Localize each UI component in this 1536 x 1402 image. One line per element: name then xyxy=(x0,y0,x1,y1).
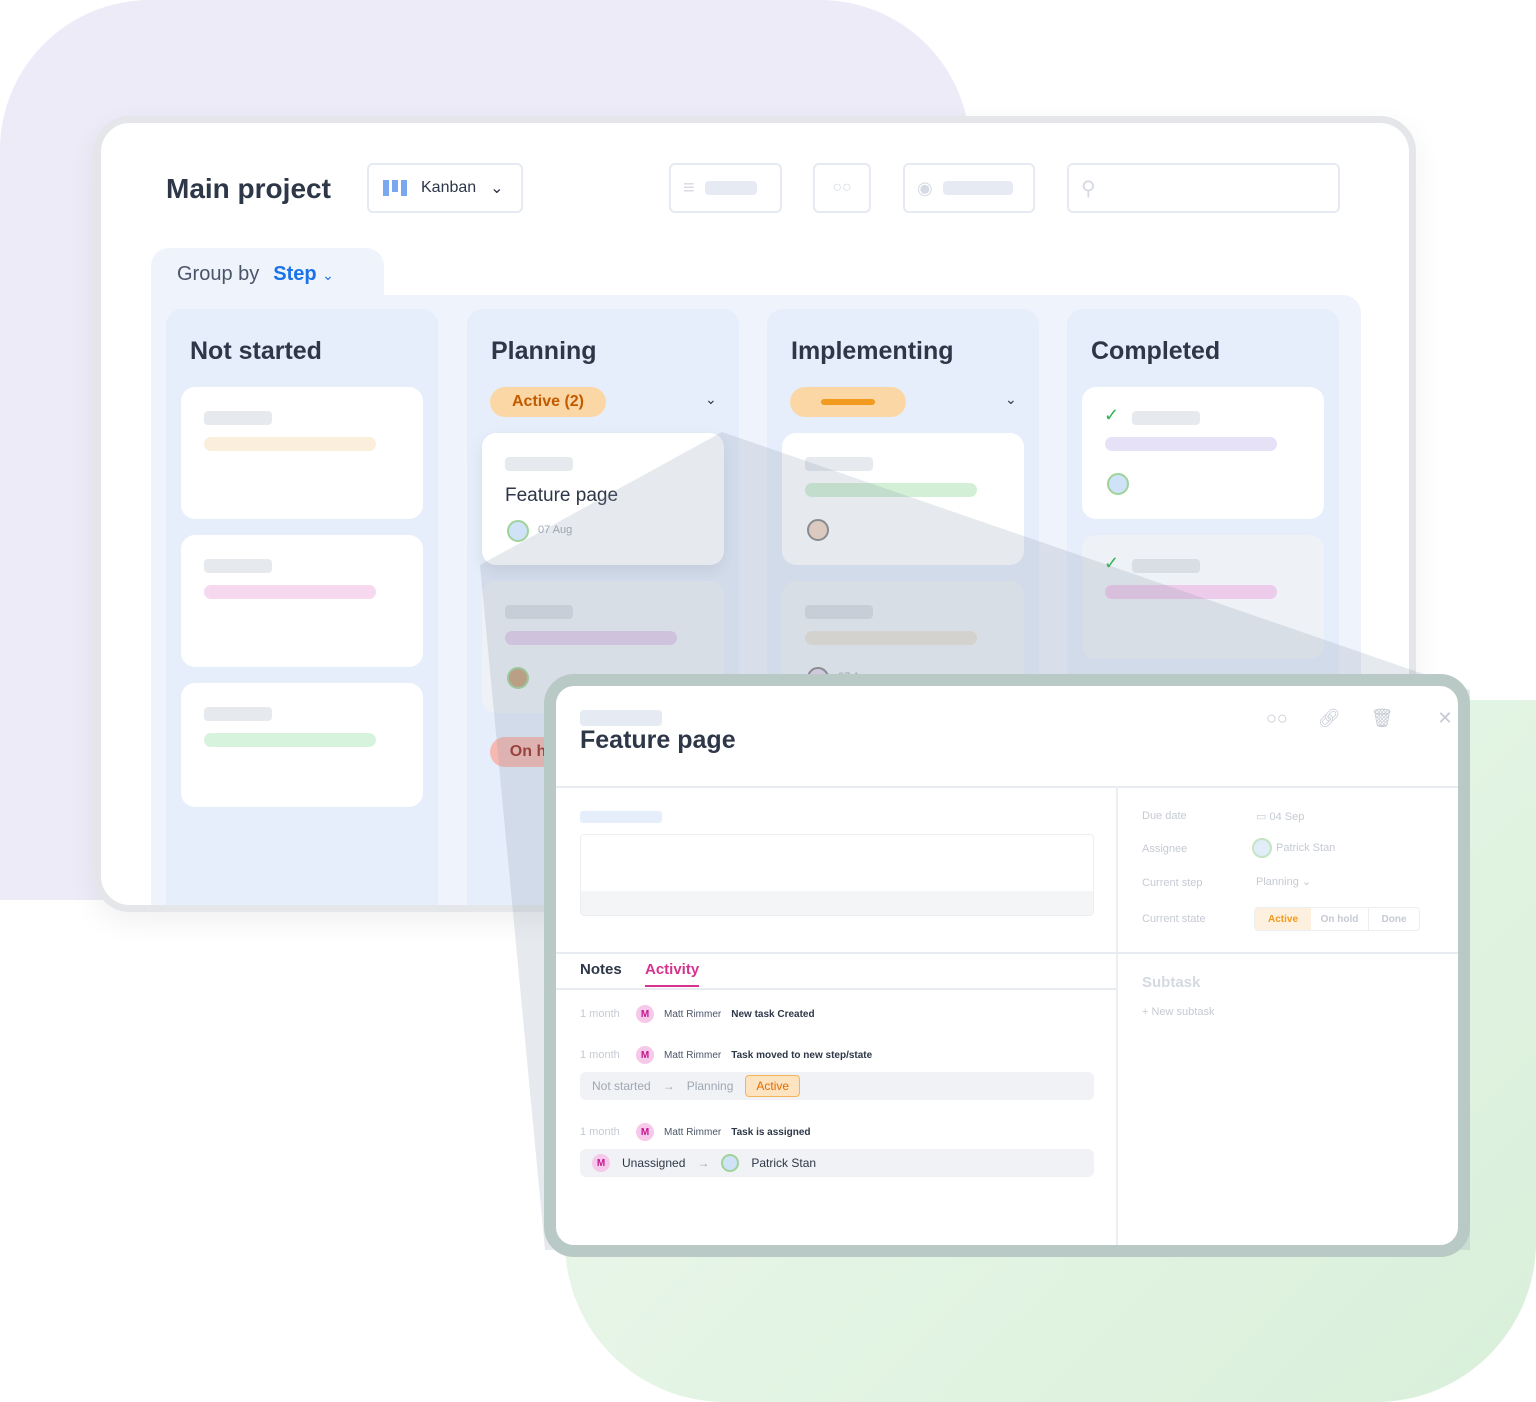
subtask-heading: Subtask xyxy=(1142,974,1201,991)
detail-title: Feature page xyxy=(580,726,736,754)
activity-item: 1 month M Matt Rimmer Task is assigned xyxy=(580,1123,811,1141)
trash-icon[interactable]: 🗑︎ xyxy=(1371,708,1394,729)
field-label: Due date xyxy=(1142,810,1187,822)
activity-user: Matt Rimmer xyxy=(664,1049,722,1061)
activity-text: Task moved to new step/state xyxy=(731,1049,873,1061)
due-date-field[interactable]: ▭ 04 Sep xyxy=(1256,810,1304,823)
avatar: M xyxy=(636,1123,654,1141)
activity-item: 1 month M Matt Rimmer Task moved to new ste… xyxy=(580,1046,872,1064)
avatar: M xyxy=(636,1046,654,1064)
divider xyxy=(556,952,1458,954)
new-subtask-button[interactable]: + New subtask xyxy=(1142,1006,1214,1018)
state-badge: Active xyxy=(745,1075,801,1097)
avatar xyxy=(721,1154,740,1172)
link-icon[interactable]: 🔗︎ xyxy=(1318,708,1341,729)
avatar xyxy=(1252,838,1272,858)
placeholder xyxy=(580,710,662,726)
field-label: Current step xyxy=(1142,877,1203,889)
activity-time: 1 month xyxy=(580,1049,620,1061)
activity-time: 1 month xyxy=(580,1126,620,1138)
field-label: Current state xyxy=(1142,913,1206,925)
activity-change: Not started → Planning Active xyxy=(580,1072,1094,1100)
divider xyxy=(556,988,1116,990)
activity-item: 1 month M Matt Rimmer New task Created xyxy=(580,1005,815,1023)
from-assignee: Unassigned xyxy=(622,1156,686,1170)
state-segmented-control: Active On hold Done xyxy=(1254,907,1420,931)
field-label: Assignee xyxy=(1142,843,1188,855)
description-editor[interactable] xyxy=(580,834,1094,916)
step-selector[interactable]: Planning ⌄ xyxy=(1256,875,1311,888)
assignee-value: Patrick Stan xyxy=(1276,842,1336,854)
avatar: M xyxy=(636,1005,654,1023)
calendar-icon: ▭ xyxy=(1256,811,1270,823)
state-done[interactable]: Done xyxy=(1369,908,1419,930)
step-value: Planning xyxy=(1256,876,1299,888)
activity-user: Matt Rimmer xyxy=(664,1126,722,1138)
assignee-field[interactable]: Patrick Stan xyxy=(1252,838,1335,858)
activity-change: M Unassigned → Patrick Stan xyxy=(580,1149,1094,1177)
avatar: M xyxy=(592,1154,610,1172)
binoculars-icon[interactable]: ○○ xyxy=(1266,708,1288,729)
activity-text: Task is assigned xyxy=(731,1126,811,1138)
activity-user: Matt Rimmer xyxy=(664,1008,722,1020)
to-step: Planning xyxy=(686,1079,734,1093)
activity-time: 1 month xyxy=(580,1008,620,1020)
state-on-hold[interactable]: On hold xyxy=(1311,908,1369,930)
from-step: Not started xyxy=(592,1079,651,1093)
tab-notes[interactable]: Notes xyxy=(580,961,622,978)
arrow-right-icon: → xyxy=(697,1156,710,1170)
task-detail-panel: Feature page ○○ 🔗︎ 🗑︎ ✕ Notes Activity 1 mo… xyxy=(544,674,1470,1257)
due-date-value: 04 Sep xyxy=(1269,811,1305,823)
to-assignee: Patrick Stan xyxy=(751,1156,817,1170)
close-icon[interactable]: ✕ xyxy=(1437,708,1452,729)
divider xyxy=(556,786,1458,788)
tab-activity[interactable]: Activity xyxy=(645,961,700,987)
activity-text: New task Created xyxy=(731,1008,815,1020)
state-active[interactable]: Active xyxy=(1255,908,1311,930)
divider xyxy=(1116,786,1118,1245)
arrow-right-icon: → xyxy=(662,1079,675,1093)
